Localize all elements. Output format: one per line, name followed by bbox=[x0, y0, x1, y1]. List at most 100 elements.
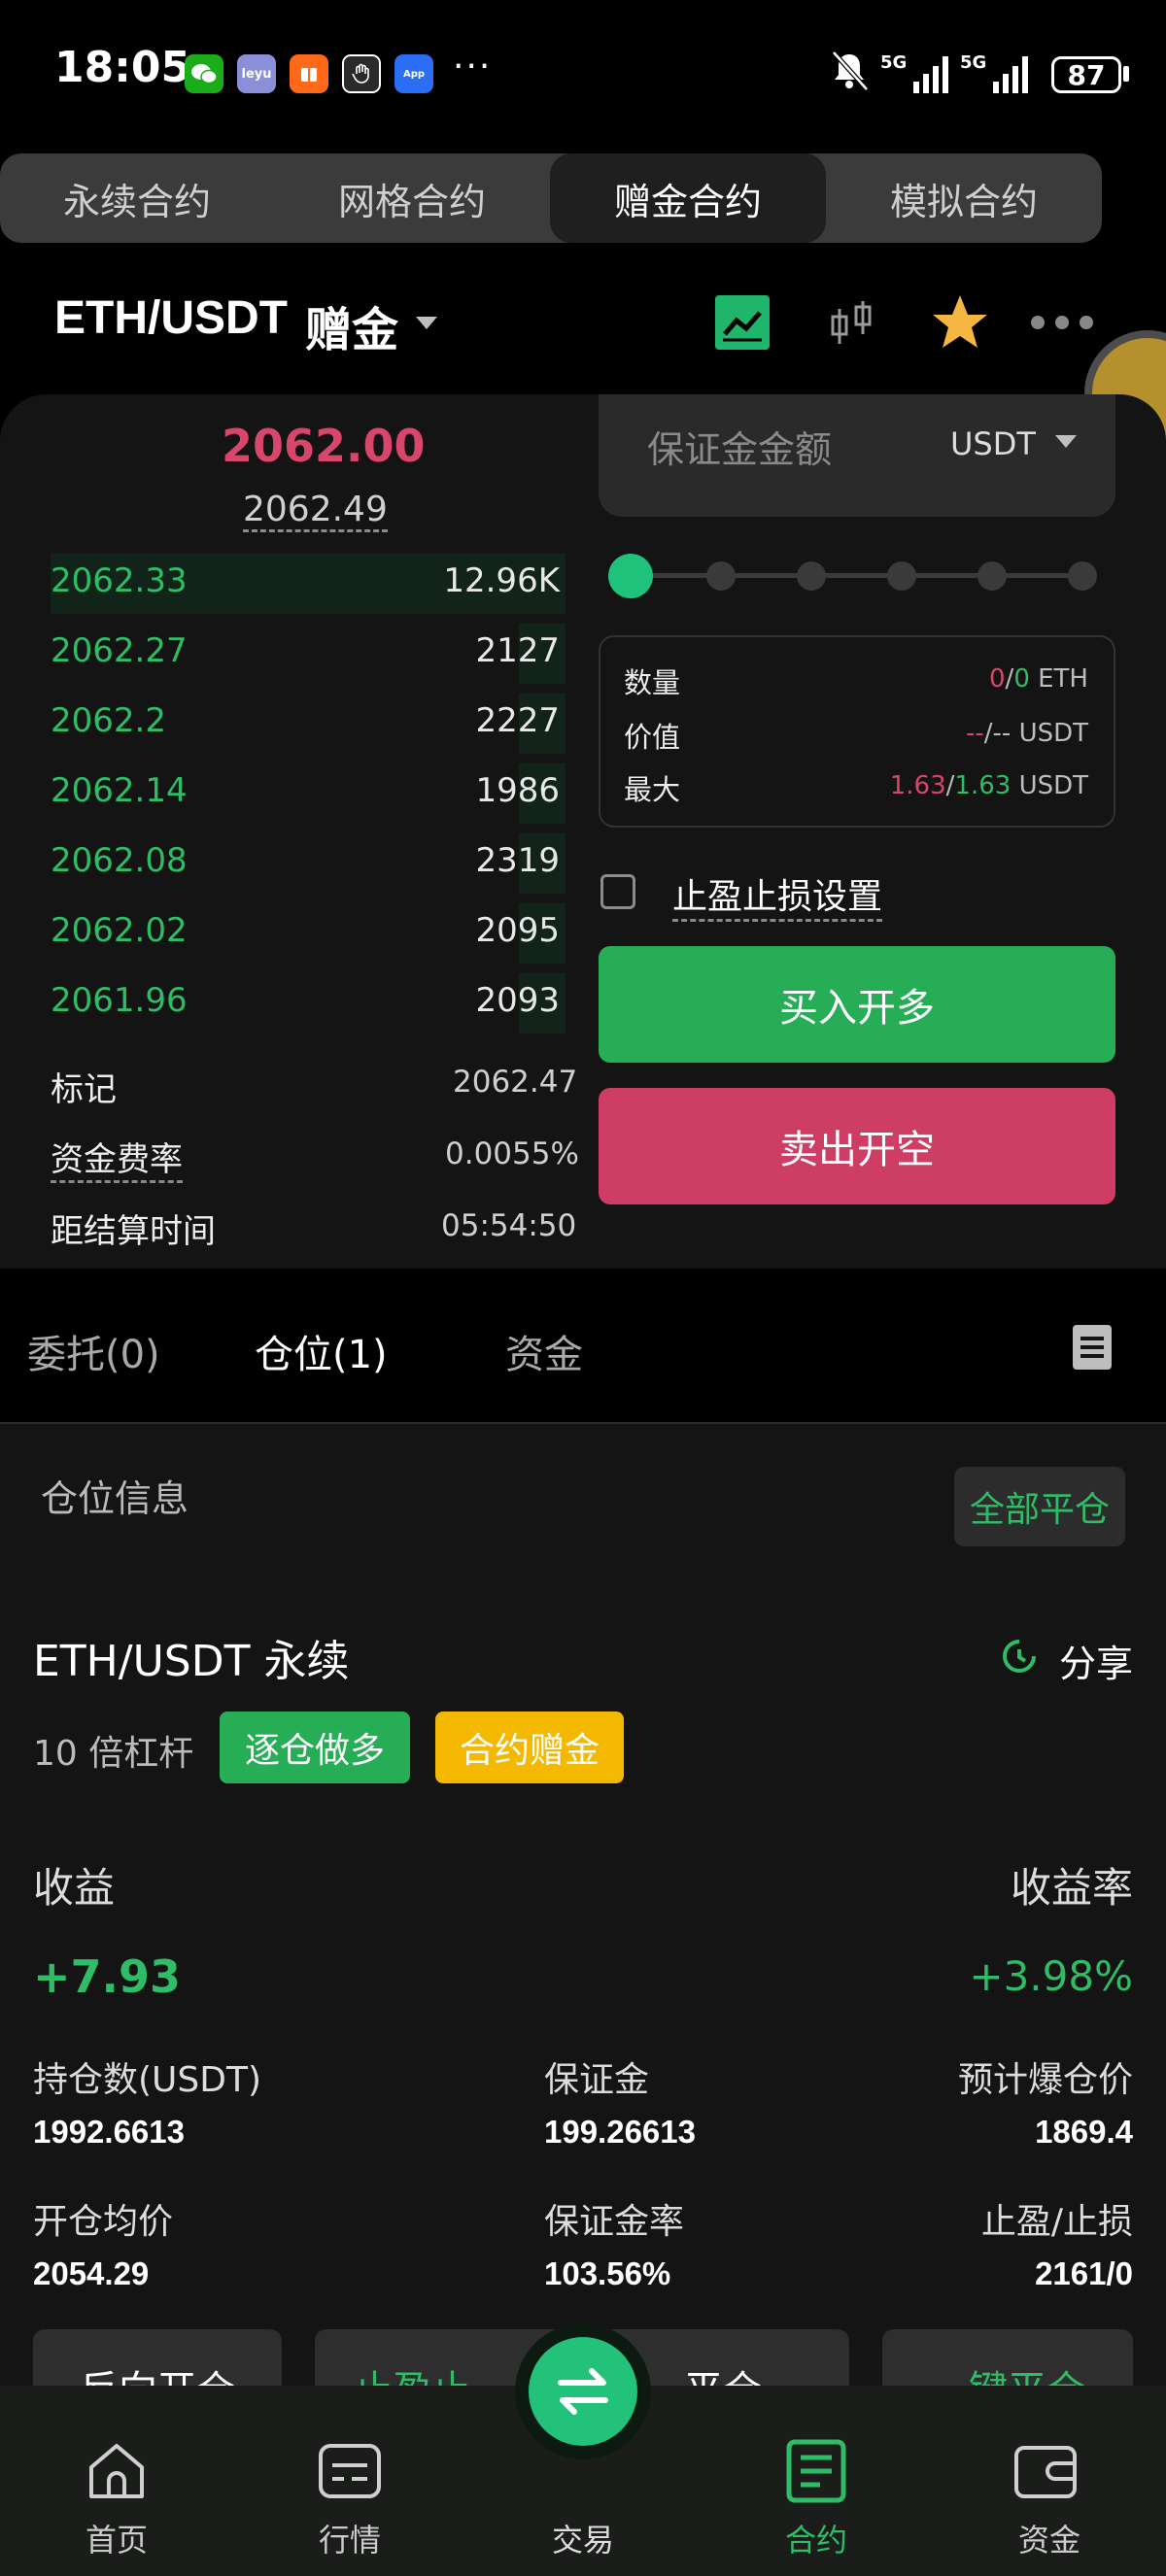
orderbook-price: 2062.02 bbox=[51, 911, 188, 950]
slider-stop-20[interactable] bbox=[706, 561, 736, 591]
entry-price-value: 2054.29 bbox=[33, 2255, 150, 2291]
margin-label: 保证金 bbox=[544, 2060, 650, 2100]
pnl-value: +7.93 bbox=[33, 1950, 182, 2003]
nav-home[interactable]: 首页 bbox=[58, 2516, 175, 2560]
tpsl-checkbox[interactable] bbox=[600, 874, 635, 909]
sell-short-button[interactable]: 卖出开空 bbox=[599, 1088, 1115, 1204]
orderbook-row[interactable]: 2062.2 2227 bbox=[51, 694, 566, 754]
pair-dropdown-icon[interactable] bbox=[416, 317, 437, 329]
more-options-icon[interactable] bbox=[1028, 313, 1096, 336]
funding-rate-label[interactable]: 资金费率 bbox=[51, 1133, 183, 1183]
pair-tag[interactable]: 赠金 bbox=[305, 291, 398, 359]
index-price[interactable]: 2062.49 bbox=[243, 490, 388, 532]
tab-simulated[interactable]: 模拟合约 bbox=[826, 153, 1102, 243]
qty-b: 0 bbox=[1013, 664, 1030, 694]
liquidation-price-label: 预计爆仓价 bbox=[957, 2060, 1133, 2100]
orderbook-row[interactable]: 2062.02 2095 bbox=[51, 903, 566, 964]
max-unit: USDT bbox=[1018, 771, 1088, 800]
nav-assets[interactable]: 资金 bbox=[991, 2516, 1108, 2560]
tab-orders[interactable]: 委托(0) bbox=[27, 1323, 160, 1379]
slider-stop-60[interactable] bbox=[887, 561, 916, 591]
slider-stop-40[interactable] bbox=[797, 561, 826, 591]
funding-rate-value: 0.0055% bbox=[445, 1136, 579, 1171]
favorite-star-icon[interactable] bbox=[929, 291, 991, 357]
qty-unit: ETH bbox=[1038, 664, 1088, 694]
value-label: 价值 bbox=[624, 721, 681, 754]
qty-a: 0 bbox=[989, 664, 1006, 694]
tpsl-value: 2161/0 bbox=[1035, 2255, 1133, 2291]
slider-thumb[interactable] bbox=[608, 554, 653, 598]
entry-price-label: 开仓均价 bbox=[33, 2202, 174, 2242]
nav-contract[interactable]: 合约 bbox=[758, 2516, 874, 2560]
net-label-1: 5G bbox=[880, 52, 908, 73]
tab-positions[interactable]: 仓位(1) bbox=[255, 1323, 388, 1379]
wallet-icon[interactable] bbox=[1011, 2436, 1080, 2506]
nav-trade[interactable]: 交易 bbox=[525, 2516, 641, 2560]
share-icon[interactable] bbox=[999, 1636, 1040, 1680]
value-value: --/-- USDT bbox=[966, 719, 1088, 748]
home-icon[interactable] bbox=[82, 2436, 152, 2506]
close-all-button[interactable]: 全部平仓 bbox=[954, 1467, 1125, 1546]
orderbook-quantity: 1986 bbox=[475, 771, 560, 810]
order-history-icon[interactable] bbox=[1073, 1325, 1112, 1370]
liquidation-price-value: 1869.4 bbox=[1035, 2114, 1133, 2150]
tpsl-label: 止盈/止损 bbox=[980, 2202, 1133, 2242]
value-unit: USDT bbox=[1018, 719, 1088, 748]
orderbook-row[interactable]: 2062.08 2319 bbox=[51, 833, 566, 894]
orderbook-quantity: 12.96K bbox=[443, 561, 560, 600]
last-price: 2062.00 bbox=[222, 420, 426, 472]
app-market-icon: App bbox=[394, 54, 433, 93]
value-sep: /-- bbox=[983, 719, 1012, 748]
leverage-slider-track[interactable] bbox=[630, 573, 1082, 578]
leyu-app-icon: leyu bbox=[237, 54, 276, 93]
max-value: 1.63/1.63 USDT bbox=[890, 771, 1088, 800]
tab-perpetual[interactable]: 永续合约 bbox=[0, 153, 274, 243]
slider-stop-100[interactable] bbox=[1068, 561, 1097, 591]
mute-bell-icon bbox=[828, 49, 871, 97]
gift-app-icon bbox=[290, 54, 328, 93]
position-size-value: 1992.6613 bbox=[33, 2114, 185, 2150]
nav-market[interactable]: 行情 bbox=[292, 2516, 408, 2560]
more-notifications-icon: ··· bbox=[453, 47, 493, 86]
chart-toggle-icon[interactable] bbox=[715, 295, 770, 350]
mark-label: 标记 bbox=[51, 1070, 117, 1109]
pnl-rate-label: 收益率 bbox=[1010, 1864, 1133, 1912]
orderbook-row[interactable]: 2062.33 12.96K bbox=[51, 554, 566, 614]
orderbook-price: 2061.96 bbox=[51, 981, 188, 1020]
tab-assets[interactable]: 资金 bbox=[505, 1323, 583, 1379]
signal-5g-icon-1: 5G bbox=[880, 52, 952, 99]
buy-long-button[interactable]: 买入开多 bbox=[599, 946, 1115, 1063]
orderbook-row[interactable]: 2061.96 2093 bbox=[51, 973, 566, 1034]
contract-icon[interactable] bbox=[781, 2436, 851, 2506]
position-section-title: 仓位信息 bbox=[41, 1477, 189, 1520]
orderbook-price: 2062.08 bbox=[51, 841, 188, 880]
pair-symbol[interactable]: ETH/USDT bbox=[54, 291, 288, 345]
isolated-long-badge: 逐仓做多 bbox=[220, 1712, 410, 1783]
value-a: -- bbox=[966, 719, 984, 748]
status-time: 18:05 bbox=[54, 43, 191, 92]
battery-indicator: 87 bbox=[1051, 56, 1121, 93]
slider-stop-80[interactable] bbox=[977, 561, 1007, 591]
tab-grid[interactable]: 网格合约 bbox=[274, 153, 550, 243]
orderbook-quantity: 2127 bbox=[475, 631, 560, 670]
position-symbol[interactable]: ETH/USDT 永续 bbox=[33, 1626, 349, 1688]
quantity-value: 0/0 ETH bbox=[989, 664, 1088, 694]
trade-swap-icon[interactable] bbox=[529, 2337, 637, 2446]
orderbook-price: 2062.2 bbox=[51, 701, 166, 740]
orderbook-row[interactable]: 2062.14 1986 bbox=[51, 763, 566, 824]
tab-bonus[interactable]: 赠金合约 bbox=[550, 153, 826, 243]
margin-rate-label: 保证金率 bbox=[544, 2202, 685, 2242]
unit-dropdown-icon[interactable] bbox=[1055, 435, 1077, 448]
share-button[interactable]: 分享 bbox=[1059, 1634, 1133, 1687]
mark-value: 2062.47 bbox=[453, 1065, 578, 1100]
settlement-time-value: 05:54:50 bbox=[441, 1208, 577, 1243]
market-icon[interactable] bbox=[315, 2436, 385, 2506]
candlestick-icon[interactable] bbox=[824, 295, 878, 354]
orderbook-row[interactable]: 2062.27 2127 bbox=[51, 624, 566, 684]
hand-icon bbox=[342, 54, 381, 93]
max-a: 1.63 bbox=[889, 771, 946, 800]
margin-unit[interactable]: USDT bbox=[950, 425, 1036, 462]
orderbook-price: 2062.27 bbox=[51, 631, 188, 670]
wechat-icon bbox=[185, 54, 223, 93]
tpsl-settings-link[interactable]: 止盈止损设置 bbox=[672, 868, 883, 922]
